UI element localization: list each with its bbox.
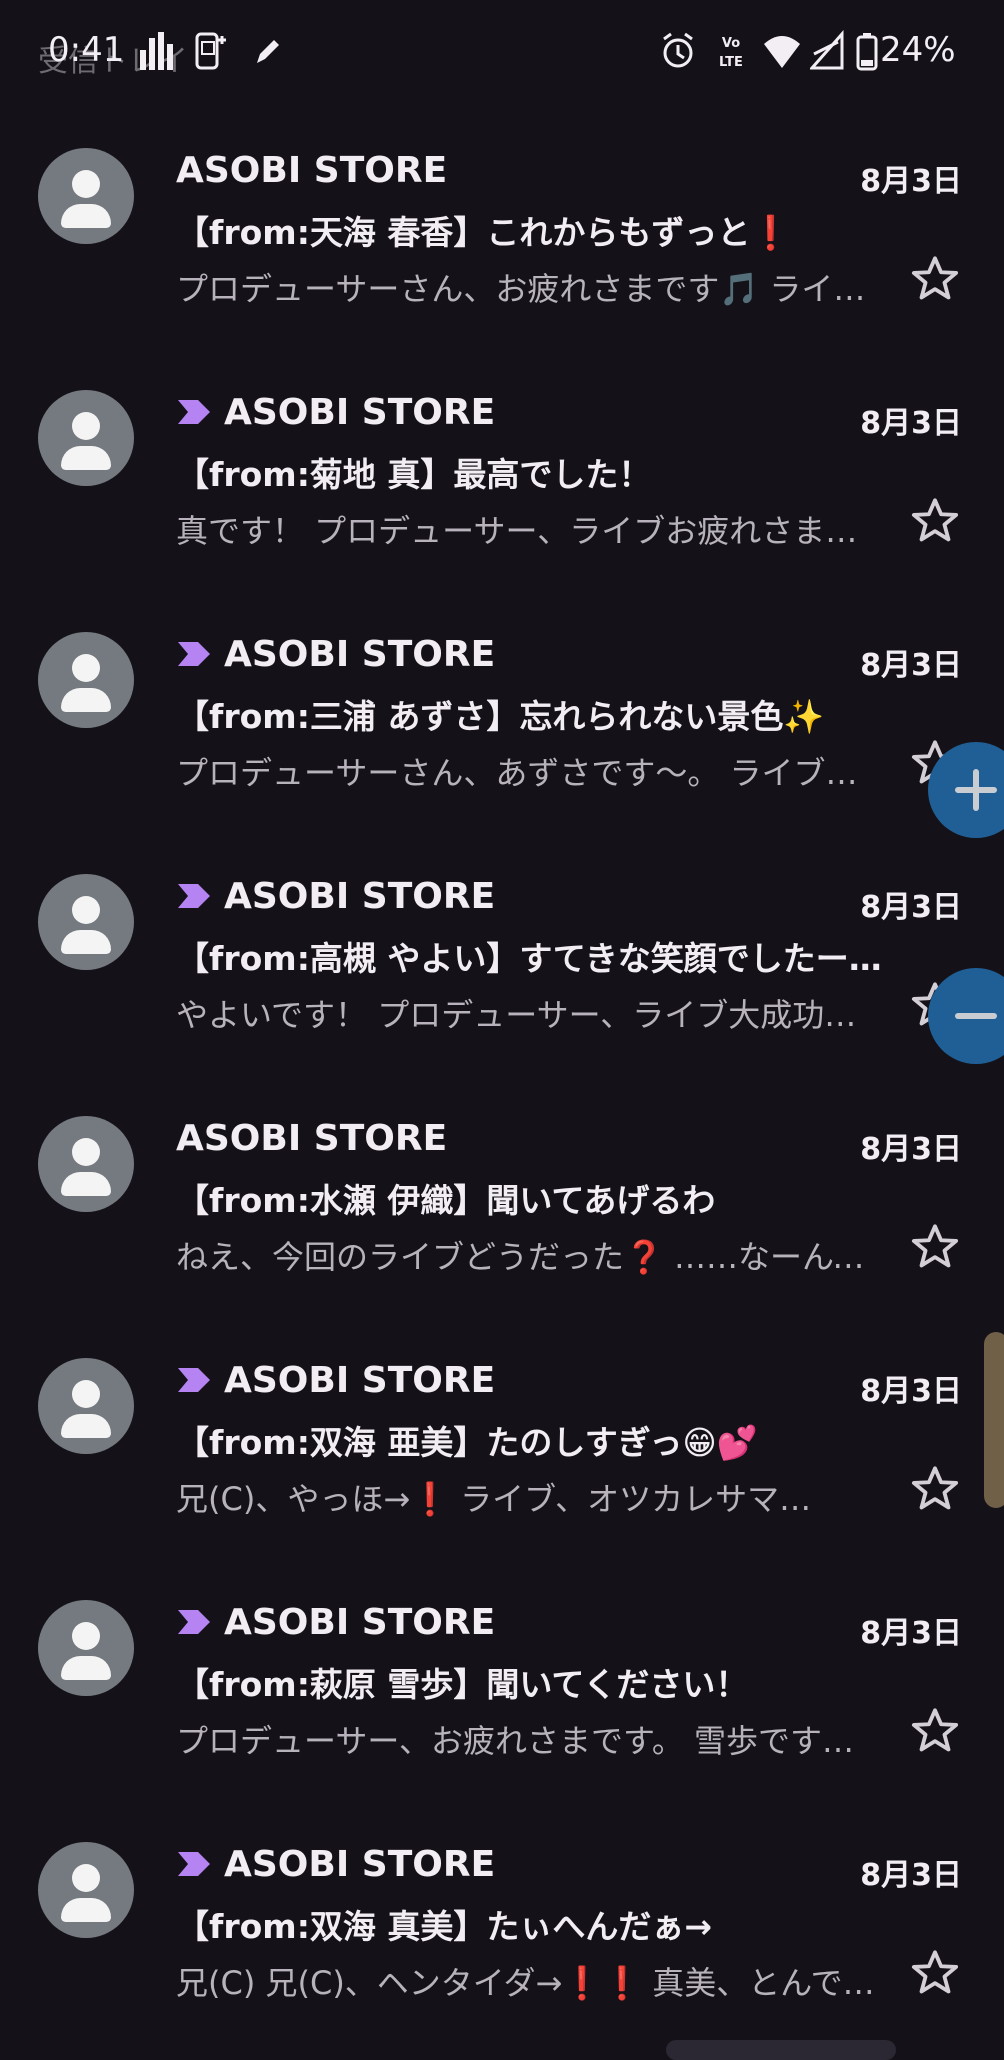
- mail-subject: 【from:天海 春香】これからもずっと❗: [176, 213, 792, 252]
- floating-action-pill[interactable]: [666, 2040, 896, 2060]
- sender-name: ASOBI STORE: [224, 391, 496, 433]
- mail-date: 8月3日: [860, 164, 962, 199]
- screen-share-icon: [195, 32, 226, 70]
- sender-row: ASOBI STORE: [176, 148, 447, 192]
- importance-marker-icon: [178, 1368, 210, 1392]
- minus-icon: [955, 1013, 997, 1019]
- mail-item[interactable]: ASOBI STORE 8月3日 【from:水瀬 伊織】聞いてあげるわ ねえ、…: [0, 1068, 1004, 1310]
- sender-row: ASOBI STORE: [176, 1842, 495, 1886]
- mail-preview: やよいです！ プロデューサー、ライブ大成功…: [176, 996, 857, 1034]
- mail-item[interactable]: ASOBI STORE 8月3日 【from:天海 春香】これからもずっと❗ プ…: [0, 100, 1004, 342]
- importance-marker-icon: [178, 400, 210, 424]
- svg-text:Vo: Vo: [722, 36, 740, 51]
- battery-level: 24%: [880, 30, 956, 70]
- sender-name: ASOBI STORE: [224, 1843, 496, 1885]
- mail-item[interactable]: ASOBI STORE 8月3日 【from:双海 亜美】たのしすぎっ😁💕 兄(…: [0, 1310, 1004, 1552]
- sender-row: ASOBI STORE: [176, 1600, 495, 1644]
- mail-preview: 真です！ プロデューサー、ライブお疲れさまでした…: [176, 512, 876, 550]
- sender-row: ASOBI STORE: [176, 390, 495, 434]
- mail-preview: 兄(C)、やっほ→❗ ライブ、オツカレサマ…: [176, 1480, 812, 1518]
- sender-row: ASOBI STORE: [176, 1358, 495, 1402]
- mail-item[interactable]: ASOBI STORE 8月3日 【from:三浦 あずさ】忘れられない景色✨ …: [0, 584, 1004, 826]
- pencil-icon: [257, 40, 279, 63]
- sender-name: ASOBI STORE: [224, 1359, 496, 1401]
- star-icon[interactable]: [908, 494, 962, 548]
- edge-panel-handle[interactable]: [984, 1332, 1004, 1508]
- sender-name: ASOBI STORE: [224, 1601, 496, 1643]
- signal-bars-icon: [140, 32, 173, 70]
- star-icon[interactable]: [908, 252, 962, 306]
- sender-row: ASOBI STORE: [176, 632, 495, 676]
- mail-date: 8月3日: [860, 1132, 962, 1167]
- mail-subject: 【from:菊地 真】最高でした！: [176, 455, 652, 494]
- mail-date: 8月3日: [860, 648, 962, 683]
- wifi-icon: [764, 36, 800, 68]
- star-icon[interactable]: [908, 1462, 962, 1516]
- importance-marker-icon: [178, 884, 210, 908]
- mail-date: 8月3日: [860, 1616, 962, 1651]
- sender-name: ASOBI STORE: [176, 1117, 448, 1159]
- mail-subject: 【from:水瀬 伊織】聞いてあげるわ: [176, 1181, 716, 1220]
- avatar[interactable]: [38, 1842, 134, 1938]
- mail-preview: プロデューサー、お疲れさまです。 雪歩です…: [176, 1722, 855, 1760]
- sender-row: ASOBI STORE: [176, 874, 495, 918]
- avatar[interactable]: [38, 632, 134, 728]
- mail-date: 8月3日: [860, 1858, 962, 1893]
- sender-name: ASOBI STORE: [224, 875, 496, 917]
- cell-signal-icon: [810, 30, 844, 70]
- avatar[interactable]: [38, 148, 134, 244]
- mail-subject: 【from:三浦 あずさ】忘れられない景色✨: [176, 697, 825, 736]
- mail-subject: 【from:高槻 やよい】すてきな笑顔でしたー…: [176, 939, 882, 978]
- importance-marker-icon: [178, 642, 210, 666]
- mail-date: 8月3日: [860, 1374, 962, 1409]
- importance-marker-icon: [178, 1852, 210, 1876]
- mail-item[interactable]: ASOBI STORE 8月3日 【from:高槻 やよい】すてきな笑顔でしたー…: [0, 826, 1004, 1068]
- sender-row: ASOBI STORE: [176, 1116, 447, 1160]
- importance-marker-icon: [178, 1610, 210, 1634]
- star-icon[interactable]: [908, 1946, 962, 2000]
- mail-item[interactable]: ASOBI STORE 8月3日 【from:菊地 真】最高でした！ 真です！ …: [0, 342, 1004, 584]
- sender-name: ASOBI STORE: [224, 633, 496, 675]
- mail-date: 8月3日: [860, 406, 962, 441]
- status-time: 0:41: [48, 30, 125, 70]
- star-icon[interactable]: [908, 1220, 962, 1274]
- mail-preview: 兄(C) 兄(C)、ヘンタイダ→❗❗ 真美、とんでも…: [176, 1964, 876, 2002]
- mail-preview: プロデューサーさん、あずさです〜。 ライブ…: [176, 754, 858, 792]
- mail-date: 8月3日: [860, 890, 962, 925]
- avatar[interactable]: [38, 1358, 134, 1454]
- alarm-icon: [663, 32, 693, 68]
- battery-icon: [856, 33, 878, 71]
- star-icon[interactable]: [908, 1704, 962, 1758]
- avatar[interactable]: [38, 874, 134, 970]
- mail-item[interactable]: ASOBI STORE 8月3日 【from:双海 真美】たぃへんだぁ→ 兄(C…: [0, 1794, 1004, 2036]
- mail-subject: 【from:双海 真美】たぃへんだぁ→: [176, 1907, 713, 1946]
- avatar[interactable]: [38, 1600, 134, 1696]
- sender-name: ASOBI STORE: [176, 149, 448, 191]
- status-bar: 受信トレイ 0:41 Vo LTE 24%: [0, 0, 1004, 100]
- avatar[interactable]: [38, 1116, 134, 1212]
- mail-subject: 【from:萩原 雪歩】聞いてください！: [176, 1665, 749, 1704]
- mail-item[interactable]: ASOBI STORE 8月3日 【from:萩原 雪歩】聞いてください！ プロ…: [0, 1552, 1004, 1794]
- plus-icon: [955, 769, 997, 811]
- mail-subject: 【from:双海 亜美】たのしすぎっ😁💕: [176, 1423, 758, 1462]
- mail-preview: ねえ、今回のライブどうだった❓ ……なーんて…: [176, 1238, 876, 1276]
- avatar[interactable]: [38, 390, 134, 486]
- svg-text:LTE: LTE: [719, 55, 743, 70]
- mail-preview: プロデューサーさん、お疲れさまです🎵 ライブ…: [176, 270, 876, 308]
- volte-icon: Vo LTE: [719, 36, 743, 70]
